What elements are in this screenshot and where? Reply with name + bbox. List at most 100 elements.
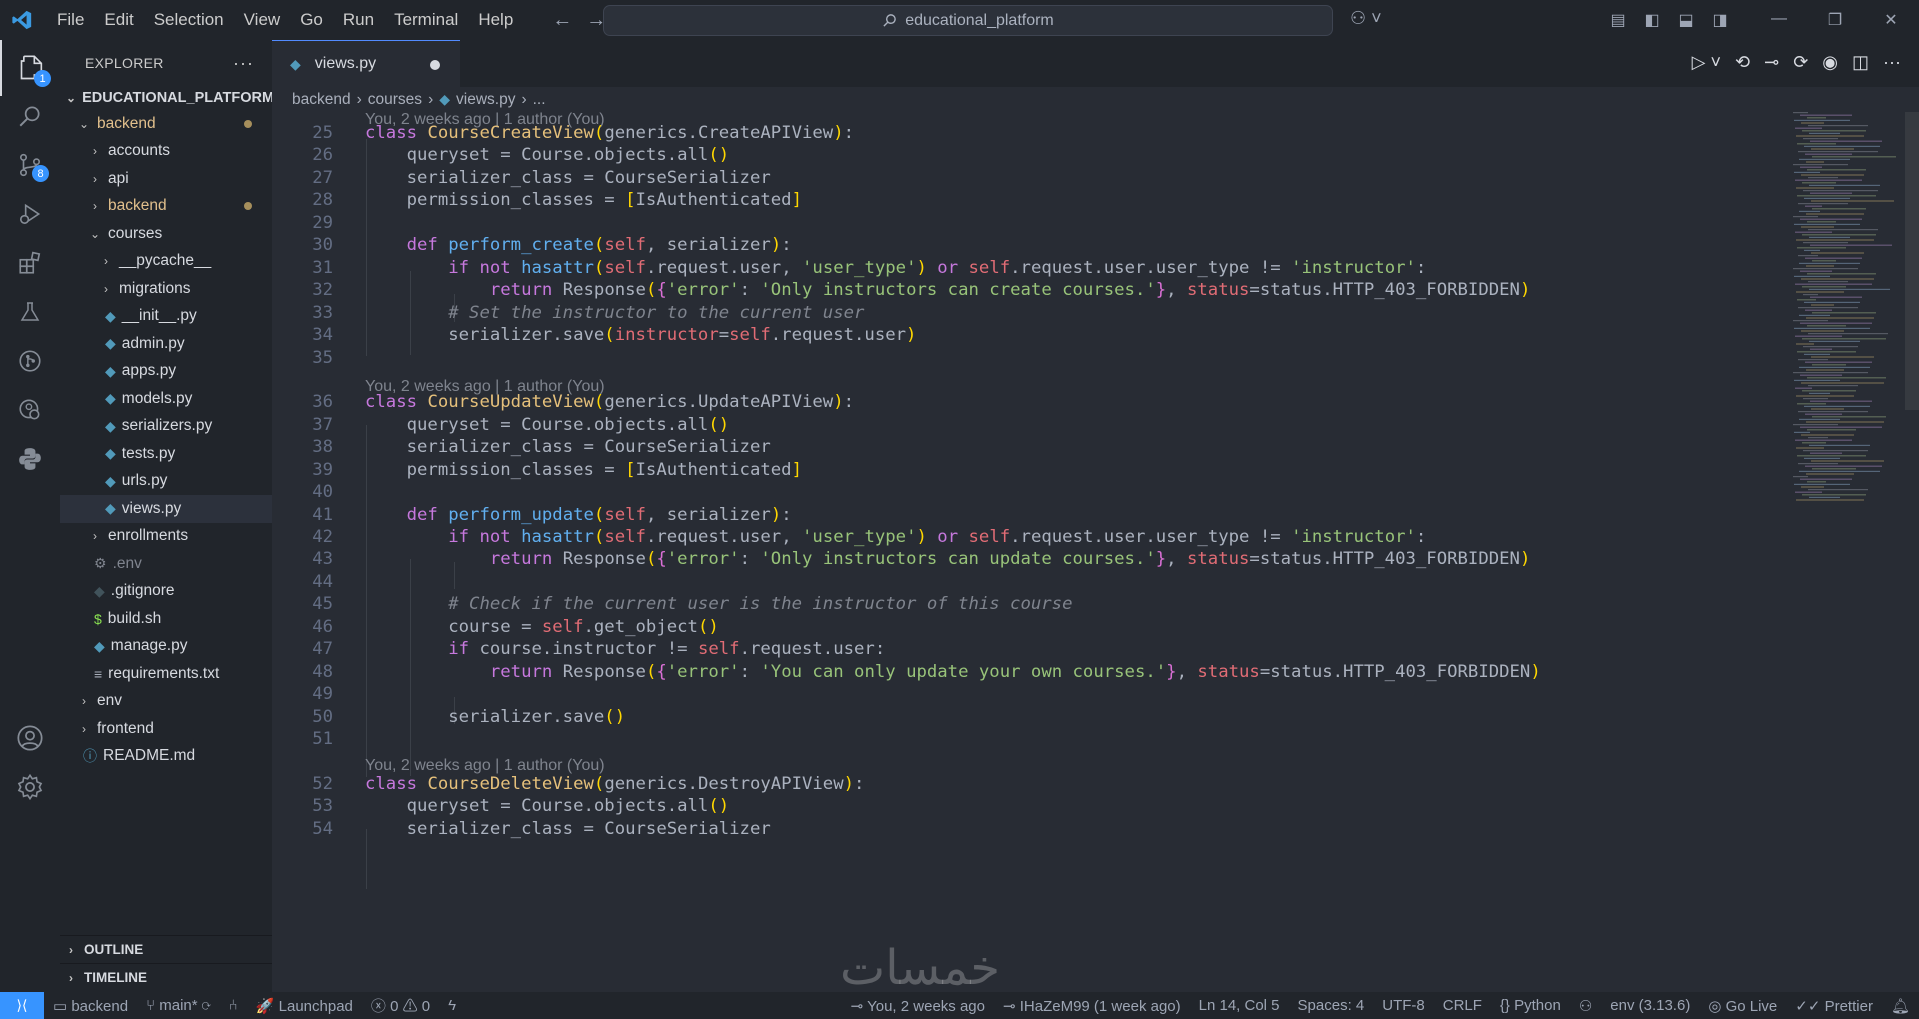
tree-item[interactable]: ◆ models.py xyxy=(60,385,272,413)
python-icon[interactable] xyxy=(0,431,60,487)
back-arrow-icon[interactable]: ← xyxy=(552,9,572,32)
source-control-icon[interactable]: 8 xyxy=(0,137,60,193)
tree-item[interactable]: ◆ admin.py xyxy=(60,330,272,358)
menu-file[interactable]: File xyxy=(48,0,93,40)
copilot-icon[interactable]: ⚇ ˅ xyxy=(1350,8,1382,29)
testing-flask-icon[interactable] xyxy=(0,284,60,340)
status-folder[interactable]: ▭ backend xyxy=(44,997,137,1015)
status-author[interactable]: ⊸ IHaZeM99 (1 week ago) xyxy=(994,997,1190,1015)
tree-item[interactable]: ◆ .gitignore xyxy=(60,578,272,606)
git-commit-icon[interactable]: ⊸ xyxy=(1764,52,1779,73)
breadcrumb-file[interactable]: views.py xyxy=(456,91,515,109)
split-editor-icon[interactable]: ◫ xyxy=(1852,52,1869,73)
tree-item-label: migrations xyxy=(119,279,191,297)
minimap-line xyxy=(1810,400,1872,402)
tree-item[interactable]: ⌄ backend xyxy=(60,110,272,138)
status-blame[interactable]: ⊸ You, 2 weeks ago xyxy=(842,997,994,1015)
status-encoding[interactable]: UTF-8 xyxy=(1373,997,1434,1014)
account-icon[interactable] xyxy=(0,710,60,766)
tree-item[interactable]: › env xyxy=(60,688,272,716)
toggle-secondary-sidebar-icon[interactable]: ◨ xyxy=(1703,10,1737,30)
tree-item[interactable]: › enrollments xyxy=(60,523,272,551)
tab-views-py[interactable]: ◆ views.py xyxy=(272,40,460,87)
status-language[interactable]: {} Python xyxy=(1491,997,1570,1014)
status-indentation[interactable]: Spaces: 4 xyxy=(1289,997,1374,1014)
restore-icon[interactable]: ❐ xyxy=(1807,10,1863,30)
tree-item[interactable]: ◆ views.py xyxy=(60,495,272,523)
tree-item[interactable]: $ build.sh xyxy=(60,605,272,633)
tree-item[interactable]: ◆ manage.py xyxy=(60,633,272,661)
status-cursor-position[interactable]: Ln 14, Col 5 xyxy=(1190,997,1289,1014)
remote-indicator-icon[interactable]: ⟩⟨ xyxy=(0,992,44,1019)
status-prettier[interactable]: ✓✓ Prettier xyxy=(1786,997,1882,1015)
outline-section[interactable]: › OUTLINE xyxy=(60,935,272,963)
more-actions-icon[interactable]: ··· xyxy=(233,53,254,74)
tree-item[interactable]: › frontend xyxy=(60,715,272,743)
tree-item[interactable]: ≡ requirements.txt xyxy=(60,660,272,688)
workspace-root[interactable]: ⌄ EDUCATIONAL_PLATFORM xyxy=(60,86,274,110)
open-changes-icon[interactable]: ⟲ xyxy=(1735,52,1750,73)
copilot-status-icon[interactable]: ⚇ xyxy=(1570,997,1601,1015)
status-interpreter[interactable]: env (3.13.6) xyxy=(1601,997,1699,1014)
tree-item[interactable]: › api xyxy=(60,165,272,193)
tree-item[interactable]: ◆ urls.py xyxy=(60,468,272,496)
more-editor-actions-icon[interactable]: ··· xyxy=(1883,52,1901,73)
minimap-line xyxy=(1809,340,1860,342)
git-graph-icon[interactable] xyxy=(0,333,60,389)
tree-item[interactable]: ◆ __init__.py xyxy=(60,303,272,331)
menu-bar: File Edit Selection View Go Run Terminal… xyxy=(48,0,522,40)
tree-item[interactable]: ◆ apps.py xyxy=(60,358,272,386)
command-center-search[interactable]: educational_platform xyxy=(603,5,1333,36)
customize-layout-icon[interactable]: ▤ xyxy=(1601,10,1635,30)
tree-item[interactable]: › migrations xyxy=(60,275,272,303)
tree-item[interactable]: ◆ tests.py xyxy=(60,440,272,468)
tree-item[interactable]: › accounts xyxy=(60,138,272,166)
tree-item[interactable]: ⓘ README.md xyxy=(60,743,272,771)
minimap-line xyxy=(1800,374,1842,376)
tree-item[interactable]: › __pycache__ xyxy=(60,248,272,276)
run-python-file-icon[interactable]: ▷ ˅ xyxy=(1692,52,1721,73)
tree-item[interactable]: ⚙ .env xyxy=(60,550,272,578)
tree-item[interactable]: ⌄ courses xyxy=(60,220,272,248)
modified-dot-icon xyxy=(244,202,252,211)
tree-item[interactable]: ◆ serializers.py xyxy=(60,413,272,441)
remote-explorer-icon[interactable] xyxy=(0,382,60,438)
tree-item[interactable]: › backend xyxy=(60,193,272,221)
menu-view[interactable]: View xyxy=(235,0,290,40)
menu-selection[interactable]: Selection xyxy=(145,0,233,40)
minimize-icon[interactable]: — xyxy=(1751,10,1807,30)
run-debug-icon[interactable] xyxy=(0,186,60,242)
menu-help[interactable]: Help xyxy=(469,0,522,40)
toggle-panel-icon[interactable]: ⬓ xyxy=(1669,10,1703,30)
status-eol[interactable]: CRLF xyxy=(1434,997,1491,1014)
next-change-icon[interactable]: ⟳ xyxy=(1793,52,1808,73)
vertical-scrollbar[interactable] xyxy=(1905,112,1919,410)
git-graph-status-icon[interactable]: ⑃ xyxy=(220,997,247,1014)
status-problems[interactable]: ⓧ 0 ⚠ 0 xyxy=(362,995,439,1016)
minimap-line xyxy=(1797,143,1836,145)
status-go-live[interactable]: ◎ Go Live xyxy=(1699,997,1786,1015)
git-lens-icon[interactable]: ◉ xyxy=(1822,52,1838,73)
lightning-icon[interactable]: ϟ xyxy=(439,997,465,1014)
extensions-icon[interactable] xyxy=(0,235,60,291)
chevron-right-icon: › xyxy=(521,90,527,108)
breadcrumb-symbol[interactable]: ... xyxy=(533,91,546,109)
code-editor[interactable]: You, 2 weeks ago | 1 author (You) You, 2… xyxy=(272,112,1782,992)
toggle-primary-sidebar-icon[interactable]: ◧ xyxy=(1635,10,1669,30)
menu-run[interactable]: Run xyxy=(334,0,383,40)
breadcrumb-backend[interactable]: backend xyxy=(292,91,351,109)
timeline-section[interactable]: › TIMELINE xyxy=(60,963,272,991)
status-launchpad[interactable]: 🚀 Launchpad xyxy=(247,997,362,1015)
menu-edit[interactable]: Edit xyxy=(95,0,142,40)
menu-go[interactable]: Go xyxy=(291,0,332,40)
close-icon[interactable]: ✕ xyxy=(1863,10,1919,30)
breadcrumb-courses[interactable]: courses xyxy=(368,91,422,109)
notifications-bell-icon[interactable]: 🔔︎ xyxy=(1882,997,1919,1015)
menu-terminal[interactable]: Terminal xyxy=(385,0,467,40)
settings-gear-icon[interactable] xyxy=(0,759,60,815)
search-icon[interactable] xyxy=(0,88,60,144)
minimap-line xyxy=(1795,335,1842,337)
unsaved-dot-icon[interactable] xyxy=(430,60,440,70)
status-branch[interactable]: ⑂ main* ⟳ xyxy=(137,997,220,1014)
minimap[interactable] xyxy=(1791,112,1909,532)
